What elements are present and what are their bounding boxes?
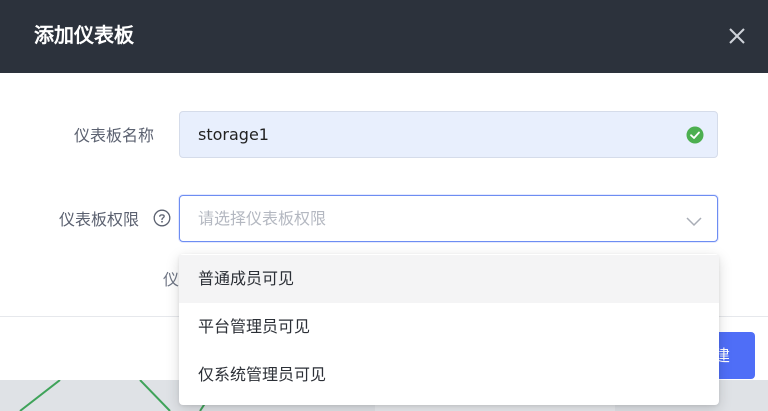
dialog-title: 添加仪表板: [34, 23, 134, 47]
dashboard-name-value: storage1: [198, 125, 269, 144]
permission-select[interactable]: 请选择仪表板权限: [179, 195, 718, 242]
permission-placeholder: 请选择仪表板权限: [198, 209, 327, 228]
chevron-down-icon: [686, 212, 702, 227]
option-members-visible[interactable]: 普通成员可见: [179, 255, 719, 303]
name-label: 仪表板名称: [74, 126, 155, 145]
permission-label: 仪表板权限: [59, 210, 140, 229]
close-icon[interactable]: [724, 23, 750, 49]
permission-dropdown: 普通成员可见 平台管理员可见 仅系统管理员可见: [179, 254, 719, 405]
option-system-admin-only[interactable]: 仅系统管理员可见: [179, 351, 719, 399]
option-platform-admin-visible[interactable]: 平台管理员可见: [179, 303, 719, 351]
dialog-header: 添加仪表板: [0, 0, 768, 73]
dashboard-name-input[interactable]: storage1: [179, 111, 718, 158]
question-circle-icon[interactable]: [153, 209, 171, 227]
partial-field-label: 仪: [163, 270, 180, 289]
check-circle-icon: [686, 126, 704, 144]
